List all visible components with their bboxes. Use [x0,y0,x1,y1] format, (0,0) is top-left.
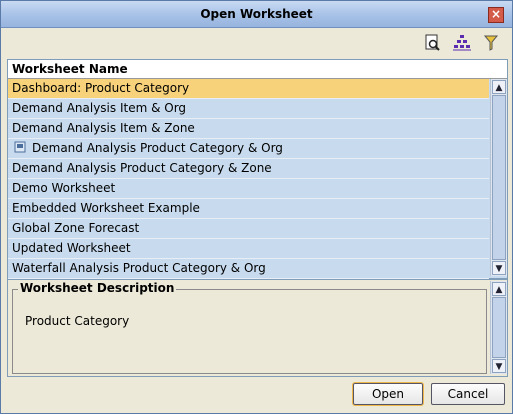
open-worksheet-dialog: Open Worksheet × Worksheet Name Dashboar… [0,0,513,414]
close-icon[interactable]: × [488,7,504,23]
cancel-button[interactable]: Cancel [431,383,505,405]
worksheet-icon [12,141,32,155]
list-rows: Dashboard: Product Category Demand Analys… [8,79,489,279]
dialog-title: Open Worksheet [200,7,313,21]
list-item-label: Demand Analysis Item & Zone [12,121,195,135]
scroll-down-icon[interactable]: ▼ [492,359,506,373]
list-item-label: Waterfall Analysis Product Category & Or… [12,261,266,275]
list-item[interactable]: Updated Worksheet [8,239,489,259]
list-item[interactable]: Embedded Worksheet Example [8,199,489,219]
scroll-up-icon[interactable]: ▲ [492,80,506,94]
list-item-label: Demand Analysis Item & Org [12,101,187,115]
list-item[interactable]: Dashboard: Product Category [8,79,489,99]
list-item-label: Global Zone Forecast [12,221,140,235]
list-item-label: Updated Worksheet [12,241,131,255]
worksheet-list: Worksheet Name Dashboard: Product Catego… [7,59,508,279]
list-item[interactable]: Demand Analysis Product Category & Org [8,139,489,159]
description-text: Product Category [25,314,130,328]
list-item[interactable]: Waterfall Analysis Product Category & Or… [8,259,489,279]
scroll-thumb[interactable] [492,297,506,358]
list-item-label: Demand Analysis Product Category & Zone [12,161,272,175]
toolbar [7,31,506,57]
list-item[interactable]: Demand Analysis Item & Org [8,99,489,119]
list-item[interactable]: Global Zone Forecast [8,219,489,239]
scroll-down-icon[interactable]: ▼ [492,261,506,275]
list-item-label: Dashboard: Product Category [12,81,190,95]
list-item-label: Demo Worksheet [12,181,116,195]
description-fieldset: Product Category [12,289,487,374]
scroll-up-icon[interactable]: ▲ [492,282,506,296]
column-header-worksheet-name[interactable]: Worksheet Name [8,60,507,79]
filter-icon[interactable] [481,33,501,53]
scroll-thumb[interactable] [492,95,506,260]
list-item[interactable]: Demand Analysis Product Category & Zone [8,159,489,179]
description-legend: Worksheet Description [18,281,177,295]
list-item-label: Demand Analysis Product Category & Org [32,141,283,155]
list-item[interactable]: Demo Worksheet [8,179,489,199]
description-scrollbar[interactable]: ▲ ▼ [490,281,507,374]
list-item-label: Embedded Worksheet Example [12,201,200,215]
list-scrollbar[interactable]: ▲ ▼ [490,79,507,276]
open-button[interactable]: Open [352,382,424,406]
list-item[interactable]: Demand Analysis Item & Zone [8,119,489,139]
find-icon[interactable] [423,33,443,53]
title-bar[interactable]: Open Worksheet × [1,1,512,28]
hierarchy-icon[interactable] [452,33,472,53]
description-panel: Product Category Worksheet Description ▲… [7,279,508,377]
